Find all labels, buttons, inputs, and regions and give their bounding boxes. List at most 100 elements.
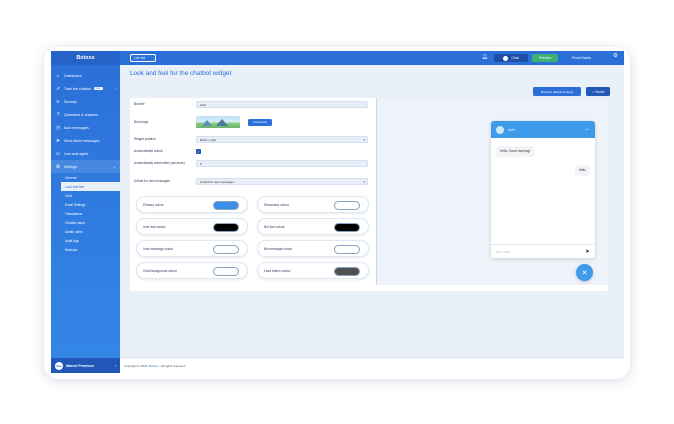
bot-title-row: Bot title Avril	[134, 101, 372, 108]
bot-message-colour-swatch[interactable]	[334, 245, 360, 254]
color-label: User message colour	[143, 246, 174, 251]
auto-unfold-after-label: Automatically unfold after (seconds)	[134, 161, 185, 166]
user-menu[interactable]: Pinoh Kazila	[572, 54, 591, 62]
sidebar-subitem-general[interactable]: General	[65, 173, 120, 182]
help-icon: ?	[56, 111, 60, 118]
bot-title-input[interactable]: Avril	[196, 101, 368, 108]
account-avatar: Bot	[55, 361, 63, 370]
close-widget-button[interactable]: ✕	[576, 264, 593, 281]
bot-title-label: Bot title	[134, 102, 145, 107]
sidebar-item-label: Auto messages	[64, 125, 89, 130]
sidebar-subitem-audit-logs[interactable]: Audit logs	[65, 236, 120, 245]
primary-colour-swatch[interactable]	[213, 201, 239, 210]
bot-message-colour-card: Bot message colour	[257, 240, 369, 257]
saved-button[interactable]: ✓ Saved	[586, 87, 610, 96]
chat-bot-name: Avril	[508, 127, 515, 132]
account-switcher[interactable]: Bot Marvel Premium ‹	[51, 358, 120, 373]
bot-font-colour-card: Bot font colour	[257, 218, 369, 235]
chat-input-placeholder: Start chat!	[496, 249, 510, 254]
sidebar-item-train[interactable]: ➚ Train the chatbot new ›	[51, 82, 120, 95]
color-label: Primary colour	[143, 202, 164, 207]
color-label: Secondary colour	[264, 202, 289, 207]
sidebar-subitem-look-and-feel[interactable]: Look and feel	[61, 182, 120, 191]
sidebar-item-live-chat[interactable]: ▭ Live chat agent	[51, 147, 120, 160]
chat-background-colour-swatch[interactable]	[213, 267, 239, 276]
sidebar-subitem-chat[interactable]: Chat	[65, 191, 120, 200]
widget-position-select[interactable]: Bottom right ▾	[196, 136, 368, 143]
home-icon: ⌂	[56, 72, 60, 79]
settings-submenu: General Look and feel Chat Email Setting…	[51, 173, 120, 254]
auto-unfold-after-input[interactable]: 5	[196, 160, 368, 167]
brand-logo[interactable]: Botxss	[51, 51, 120, 65]
chat-widget-header: Avril –	[491, 121, 595, 138]
bot-message-bubble: Hello, Good morning!	[496, 146, 535, 156]
sidebar-item-surveys[interactable]: ≡ Surveys	[51, 95, 120, 108]
sidebar: Botxss ⌂ Dashboard ➚ Train the chatbot n…	[51, 51, 120, 373]
gear-icon[interactable]: ⚙	[613, 53, 618, 59]
topbar: Live bot 🔔︎ Chat Preview Pinoh Kazila ⚙	[120, 51, 624, 65]
bot-font-colour-swatch[interactable]	[334, 223, 360, 232]
sidebar-item-auto-messages[interactable]: ◷ Auto messages	[51, 121, 120, 134]
sidebar-subitem-chatbot-users[interactable]: Chatbot users	[65, 218, 120, 227]
primary-colour-card: Primary colour	[136, 196, 248, 213]
page-title: Look and feel for the chatbot widget	[130, 70, 232, 77]
rocket-icon: ➚	[55, 85, 61, 92]
account-plan-label: Marvel Premium	[66, 363, 94, 368]
sidebar-item-label: Send direct messages	[64, 138, 100, 143]
footer-brand-link[interactable]: Botxss	[149, 364, 158, 368]
widget-position-value: Bottom right	[200, 137, 217, 142]
choose-file-button[interactable]: Choose file	[248, 118, 272, 126]
mountain-shape	[216, 119, 228, 126]
color-label: Chat background colour	[143, 268, 177, 273]
bot-image-preview	[196, 116, 240, 128]
sidebar-item-direct-messages[interactable]: ➤ Send direct messages	[51, 134, 120, 147]
preview-button[interactable]: Preview	[532, 54, 558, 62]
chevron-down-icon: ▾	[363, 137, 365, 142]
reset-defaults-button[interactable]: Reset to default settings	[533, 87, 581, 96]
list-icon: ≡	[56, 98, 60, 105]
close-icon: ✕	[581, 269, 588, 277]
app-screen: Botxss ⌂ Dashboard ➚ Train the chatbot n…	[51, 51, 624, 373]
sidebar-item-dashboard[interactable]: ⌂ Dashboard	[51, 69, 120, 82]
user-message-colour-swatch[interactable]	[213, 245, 239, 254]
color-label: Bot message colour	[264, 246, 293, 251]
bot-selector-dropdown[interactable]: Live bot	[130, 54, 156, 62]
settings-icon: ⚙	[55, 163, 61, 170]
sidebar-item-qa[interactable]: ? Questions & answers	[51, 108, 120, 121]
chat-input-field[interactable]: Start chat! ➤	[491, 244, 595, 258]
minimize-icon[interactable]: –	[586, 127, 589, 133]
new-badge: new	[93, 87, 103, 90]
bot-image-label: Bot image	[134, 119, 149, 124]
unfold-new-messages-select[interactable]: Unfold for new messages ▾	[196, 178, 368, 185]
bell-icon[interactable]: 🔔︎	[482, 54, 488, 60]
lead-button-colour-swatch[interactable]	[334, 267, 360, 276]
send-icon[interactable]: ➤	[585, 248, 590, 255]
clock-icon: ◷	[55, 124, 61, 131]
send-icon: ➤	[55, 137, 61, 144]
sidebar-item-label: Train the chatbot	[64, 86, 91, 91]
saved-button-label: Saved	[595, 89, 605, 94]
bot-avatar	[496, 125, 504, 134]
auto-unfold-label: Automatically unfold	[134, 149, 163, 154]
widget-position-row: Widget position Bottom right ▾	[134, 136, 372, 143]
chat-button[interactable]: Chat	[494, 54, 528, 62]
sidebar-subitem-backups[interactable]: Backups	[65, 245, 120, 254]
sidebar-item-settings[interactable]: ⚙ Settings ⌄	[51, 160, 120, 173]
sidebar-subitem-email-settings[interactable]: Email Settings	[65, 200, 120, 209]
lead-button-colour-card: Lead button colour	[257, 262, 369, 279]
user-message-colour-card: User message colour	[136, 240, 248, 257]
chat-widget-preview: Avril – Hello, Good morning! Hello Start…	[491, 121, 595, 258]
status-dot-icon	[503, 55, 509, 61]
unfold-new-messages-value: Unfold for new messages	[200, 179, 234, 184]
secondary-colour-swatch[interactable]	[334, 201, 360, 210]
unfold-new-messages-label: Unfold for new messages	[134, 179, 170, 184]
auto-unfold-checkbox[interactable]: ✓	[196, 149, 201, 154]
sidebar-subitem-translations[interactable]: Translations	[65, 209, 120, 218]
chat-background-colour-card: Chat background colour	[136, 262, 248, 279]
color-label: Bot font colour	[264, 224, 285, 229]
settings-form: Bot title Avril Bot image Choose file Wi…	[134, 98, 372, 285]
sidebar-subitem-admin-users[interactable]: Admin users	[65, 227, 120, 236]
user-font-colour-swatch[interactable]	[213, 223, 239, 232]
chevron-down-icon: ▾	[363, 179, 365, 184]
chevron-down-icon: ⌄	[113, 164, 116, 169]
